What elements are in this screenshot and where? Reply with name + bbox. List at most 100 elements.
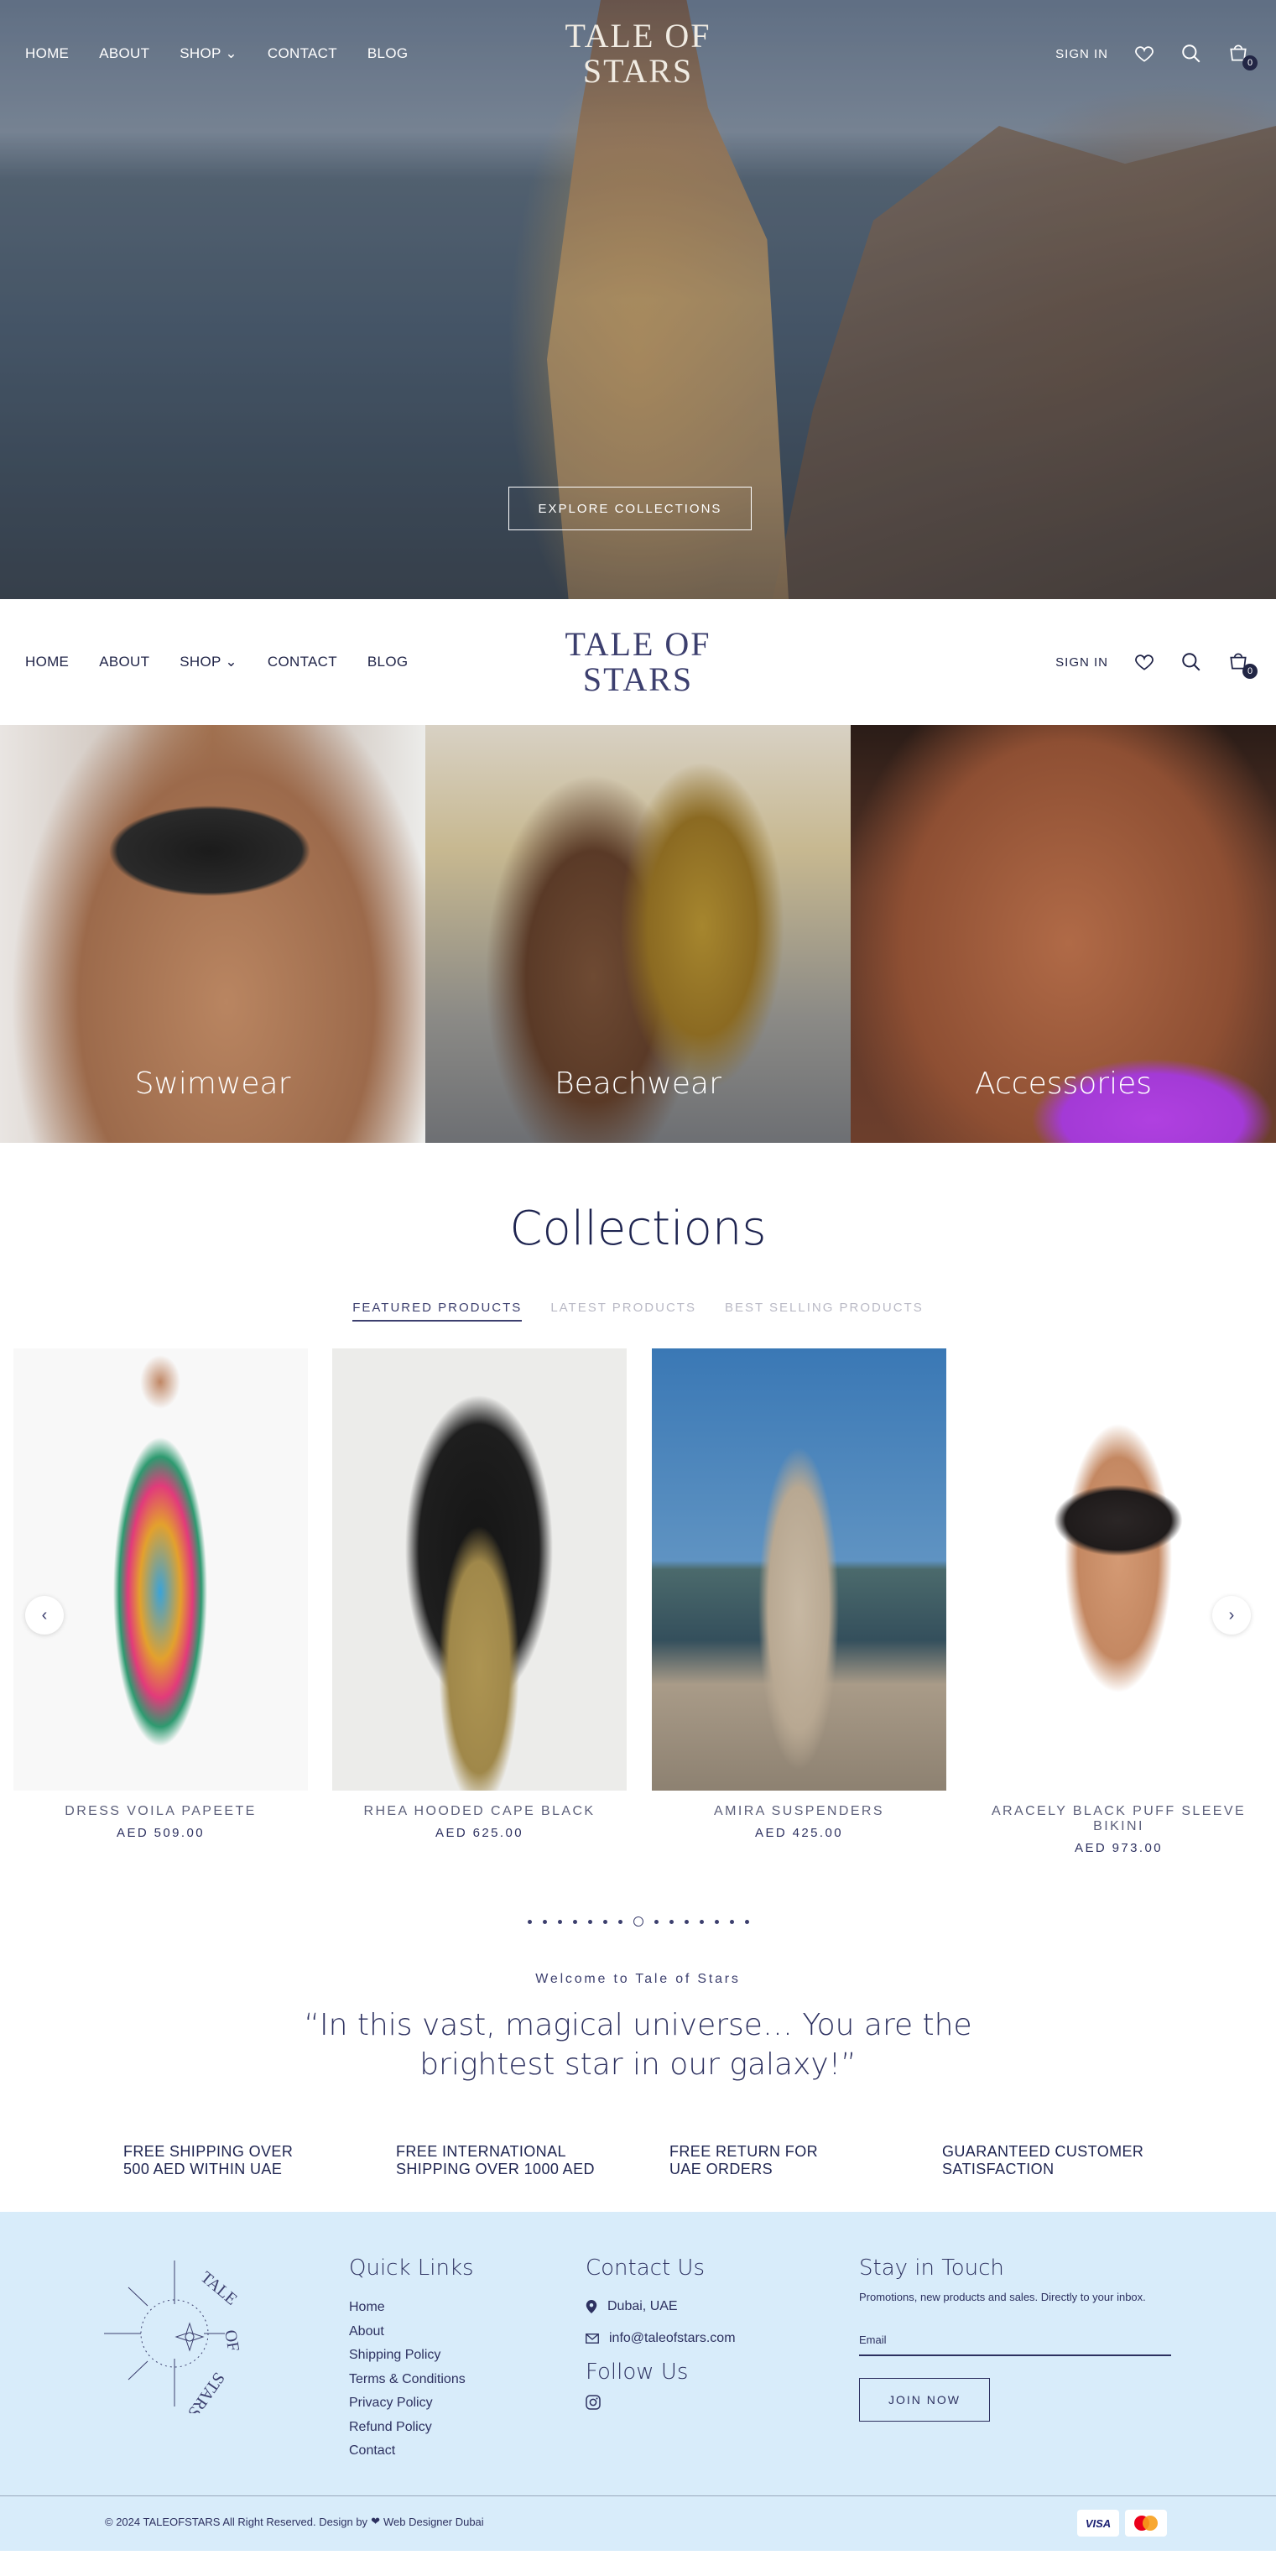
pagination-dot[interactable]	[587, 1919, 592, 1924]
product-image[interactable]	[332, 1348, 627, 1791]
nav-contact[interactable]: CONTACT	[268, 654, 337, 670]
welcome-quote: “In this vast, magical universe… You are…	[304, 2008, 972, 2082]
chevron-right-icon: ›	[1228, 1605, 1235, 1624]
designer-link[interactable]: Web Designer Dubai	[383, 2516, 484, 2528]
quick-links-list: Home About Shipping Policy Terms & Condi…	[349, 2296, 474, 2464]
map-pin-icon	[586, 2300, 597, 2313]
newsletter-column: Stay in Touch Promotions, new products a…	[859, 2255, 1171, 2422]
tab-latest-products[interactable]: LATEST PRODUCTS	[550, 1301, 696, 1322]
header-actions: SIGN IN 0	[781, 650, 1258, 679]
product-carousel: DRESS VOILA PAPEETE AED 509.00 RHEA HOOD…	[13, 1348, 1276, 1894]
category-label: Accessories	[975, 1066, 1152, 1101]
explore-collections-button[interactable]: EXPLORE COLLECTIONS	[508, 487, 752, 530]
hero-banner: HOME ABOUT SHOP ⌄ CONTACT BLOG TALE OF S…	[0, 0, 1276, 599]
nav-about[interactable]: ABOUT	[99, 45, 149, 62]
copyright-text: © 2024 TALEOFSTARS All Right Reserved. D…	[105, 2515, 484, 2528]
product-name[interactable]: ARACELY BLACK PUFF SLEEVE BIKINI	[971, 1804, 1266, 1834]
footer-link-about[interactable]: About	[349, 2320, 474, 2344]
nav-shop[interactable]: SHOP ⌄	[180, 45, 237, 62]
main-menu: HOME ABOUT SHOP ⌄ CONTACT BLOG	[25, 654, 495, 670]
pagination-dot[interactable]	[602, 1919, 607, 1924]
category-tiles: Swimwear Beachwear Accessories	[0, 725, 1276, 1143]
product-name[interactable]: DRESS VOILA PAPEETE	[13, 1804, 308, 1819]
pagination-dot[interactable]	[699, 1919, 704, 1924]
svg-text:STARS: STARS	[184, 2369, 228, 2413]
mastercard-payment-icon	[1125, 2510, 1167, 2537]
nav-contact[interactable]: CONTACT	[268, 45, 337, 62]
product-image[interactable]	[971, 1348, 1266, 1791]
heart-icon[interactable]	[1133, 651, 1155, 673]
pagination-dot[interactable]	[572, 1919, 577, 1924]
svg-text:OF: OF	[221, 2328, 242, 2353]
cart-button[interactable]: 0	[1227, 42, 1258, 70]
footer-link-home[interactable]: Home	[349, 2296, 474, 2320]
feature-international-shipping: FREE INTERNATIONAL SHIPPING OVER 1000 AE…	[396, 2143, 595, 2177]
footer-link-shipping-policy[interactable]: Shipping Policy	[349, 2344, 474, 2368]
pagination-dot[interactable]	[527, 1919, 532, 1924]
stay-in-touch-title: Stay in Touch	[859, 2255, 1004, 2281]
pagination-dot[interactable]	[557, 1919, 562, 1924]
contact-title: Contact Us	[586, 2255, 705, 2281]
contact-email[interactable]: info@taleofstars.com	[586, 2328, 736, 2349]
product-image[interactable]	[13, 1348, 308, 1791]
features-strip: FREE SHIPPING OVER 500 AED WITHIN UAE FR…	[0, 2095, 1276, 2212]
product-card[interactable]: AMIRA SUSPENDERS AED 425.00	[652, 1348, 946, 1840]
quick-links-title: Quick Links	[349, 2255, 474, 2281]
pagination-dot[interactable]	[729, 1919, 734, 1924]
search-icon[interactable]	[1180, 43, 1202, 65]
pagination-dot[interactable]	[542, 1919, 547, 1924]
product-image[interactable]	[652, 1348, 946, 1791]
nav-about[interactable]: ABOUT	[99, 654, 149, 670]
category-accessories[interactable]: Accessories	[851, 725, 1276, 1143]
product-name[interactable]: RHEA HOODED CAPE BLACK	[332, 1804, 627, 1819]
chevron-left-icon: ‹	[41, 1605, 48, 1624]
nav-blog[interactable]: BLOG	[367, 654, 408, 670]
footer-link-terms[interactable]: Terms & Conditions	[349, 2368, 474, 2392]
search-icon[interactable]	[1180, 651, 1202, 673]
sign-in-link[interactable]: SIGN IN	[1055, 47, 1108, 61]
instagram-icon[interactable]	[586, 2395, 601, 2410]
svg-text:TALE: TALE	[197, 2268, 241, 2309]
nav-home[interactable]: HOME	[25, 45, 69, 62]
pagination-dot[interactable]	[684, 1919, 689, 1924]
product-card[interactable]: RHEA HOODED CAPE BLACK AED 625.00	[332, 1348, 627, 1840]
chevron-down-icon: ⌄	[225, 654, 237, 670]
tab-featured-products[interactable]: FEATURED PRODUCTS	[352, 1301, 523, 1322]
product-name[interactable]: AMIRA SUSPENDERS	[652, 1804, 946, 1819]
header-navigation: HOME ABOUT SHOP ⌄ CONTACT BLOG TALE OF S…	[0, 599, 1276, 725]
footer-link-refund-policy[interactable]: Refund Policy	[349, 2416, 474, 2440]
product-price: AED 425.00	[755, 1826, 843, 1840]
tale-of-stars-emblem: TALE OF STARS	[104, 2261, 242, 2413]
footer-bottom-bar: © 2024 TALEOFSTARS All Right Reserved. D…	[0, 2495, 1276, 2551]
category-beachwear[interactable]: Beachwear	[425, 725, 851, 1143]
heart-icon[interactable]	[1133, 43, 1155, 65]
site-header: HOME ABOUT SHOP ⌄ CONTACT BLOG TALE OF S…	[0, 599, 1276, 725]
nav-shop[interactable]: SHOP ⌄	[180, 654, 237, 670]
pagination-dot[interactable]	[654, 1919, 659, 1924]
carousel-prev-button[interactable]: ‹	[25, 1596, 64, 1635]
product-price: AED 973.00	[1075, 1841, 1163, 1855]
footer-link-privacy-policy[interactable]: Privacy Policy	[349, 2391, 474, 2416]
hero-navigation: HOME ABOUT SHOP ⌄ CONTACT BLOG TALE OF S…	[0, 0, 1276, 107]
footer-link-contact[interactable]: Contact	[349, 2439, 474, 2464]
join-now-button[interactable]: JOIN NOW	[859, 2378, 990, 2422]
site-logo[interactable]: TALE OF STARS	[555, 627, 722, 697]
welcome-kicker: Welcome to Tale of Stars	[535, 1972, 741, 1986]
category-label: Swimwear	[134, 1066, 291, 1101]
pagination-dot[interactable]	[714, 1919, 719, 1924]
nav-home[interactable]: HOME	[25, 654, 69, 670]
pagination-dot[interactable]	[633, 1916, 643, 1927]
pagination-dot[interactable]	[617, 1919, 622, 1924]
category-swimwear[interactable]: Swimwear	[0, 725, 425, 1143]
cart-button[interactable]: 0	[1227, 650, 1258, 679]
sign-in-link[interactable]: SIGN IN	[1055, 655, 1108, 670]
carousel-next-button[interactable]: ›	[1212, 1596, 1251, 1635]
tab-best-selling-products[interactable]: BEST SELLING PRODUCTS	[725, 1301, 924, 1322]
pagination-dot[interactable]	[669, 1919, 674, 1924]
visa-payment-icon: VISA	[1077, 2510, 1119, 2537]
product-card[interactable]: DRESS VOILA PAPEETE AED 509.00	[13, 1348, 308, 1840]
site-logo[interactable]: TALE OF STARS	[555, 18, 722, 89]
pagination-dot[interactable]	[744, 1919, 749, 1924]
newsletter-email-input[interactable]: Email	[859, 2334, 1171, 2356]
nav-blog[interactable]: BLOG	[367, 45, 408, 62]
